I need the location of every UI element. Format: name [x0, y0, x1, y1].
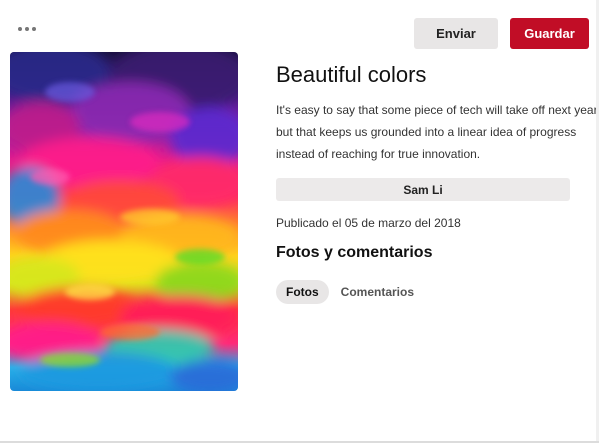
more-options-icon[interactable] [12, 18, 42, 40]
tab-fotos[interactable]: Fotos [276, 280, 329, 304]
published-date: Publicado el 05 de marzo del 2018 [276, 216, 461, 230]
send-button[interactable]: Enviar [414, 18, 498, 49]
dot [25, 27, 29, 31]
author-button[interactable]: Sam Li [276, 178, 570, 201]
save-button[interactable]: Guardar [510, 18, 589, 49]
pin-detail-modal: Enviar Guardar Beautiful colors It's eas… [0, 0, 599, 443]
pin-image[interactable] [10, 52, 238, 391]
pin-image-artwork [10, 52, 238, 391]
tab-comentarios[interactable]: Comentarios [331, 280, 424, 304]
pin-title: Beautiful colors [276, 62, 427, 87]
section-heading: Fotos y comentarios [276, 244, 433, 261]
dot [18, 27, 22, 31]
tabs: Fotos Comentarios [276, 280, 424, 304]
pin-description: It's easy to say that some piece of tech… [276, 103, 598, 161]
dot [32, 27, 36, 31]
